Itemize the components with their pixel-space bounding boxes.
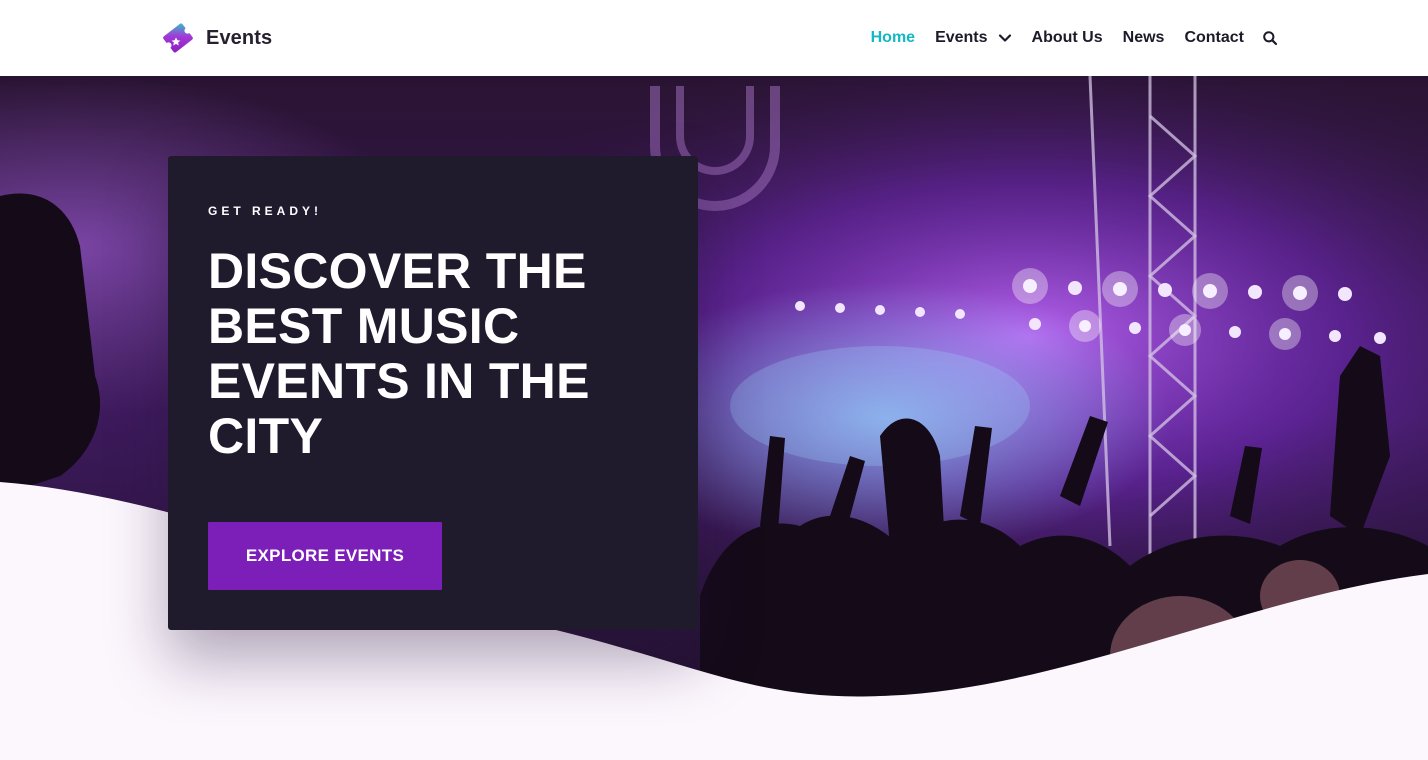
site-header: Events Home Events About Us News Contact [0,0,1428,76]
nav-item-events[interactable]: Events [935,29,1011,47]
nav-item-home[interactable]: Home [871,29,915,47]
search-icon[interactable] [1262,30,1278,46]
brand-name: Events [206,26,273,49]
hero-headline: DISCOVER THE BEST MUSIC EVENTS IN THE CI… [208,243,590,464]
hero-eyebrow: GET READY! [208,204,323,218]
nav-item-news[interactable]: News [1123,29,1165,47]
nav-item-about-us[interactable]: About Us [1032,29,1103,47]
nav-item-news-label: News [1122,29,1165,46]
chevron-down-icon [998,34,1011,42]
brand-link[interactable]: Events [160,18,272,58]
nav-item-events-label: Events [935,29,988,46]
nav-item-contact[interactable]: Contact [1184,29,1244,47]
nav-item-home-label: Home [870,29,916,46]
hero-section: GET READY! DISCOVER THE BEST MUSIC EVENT… [0,76,1428,760]
main-nav: Home Events About Us News Contact [851,0,1278,76]
nav-item-about-us-label: About Us [1031,29,1103,46]
explore-events-button[interactable]: EXPLORE EVENTS [208,522,442,590]
ticket-logo-icon [163,23,193,53]
nav-item-contact-label: Contact [1184,29,1244,46]
hero-card: GET READY! DISCOVER THE BEST MUSIC EVENT… [168,156,698,630]
